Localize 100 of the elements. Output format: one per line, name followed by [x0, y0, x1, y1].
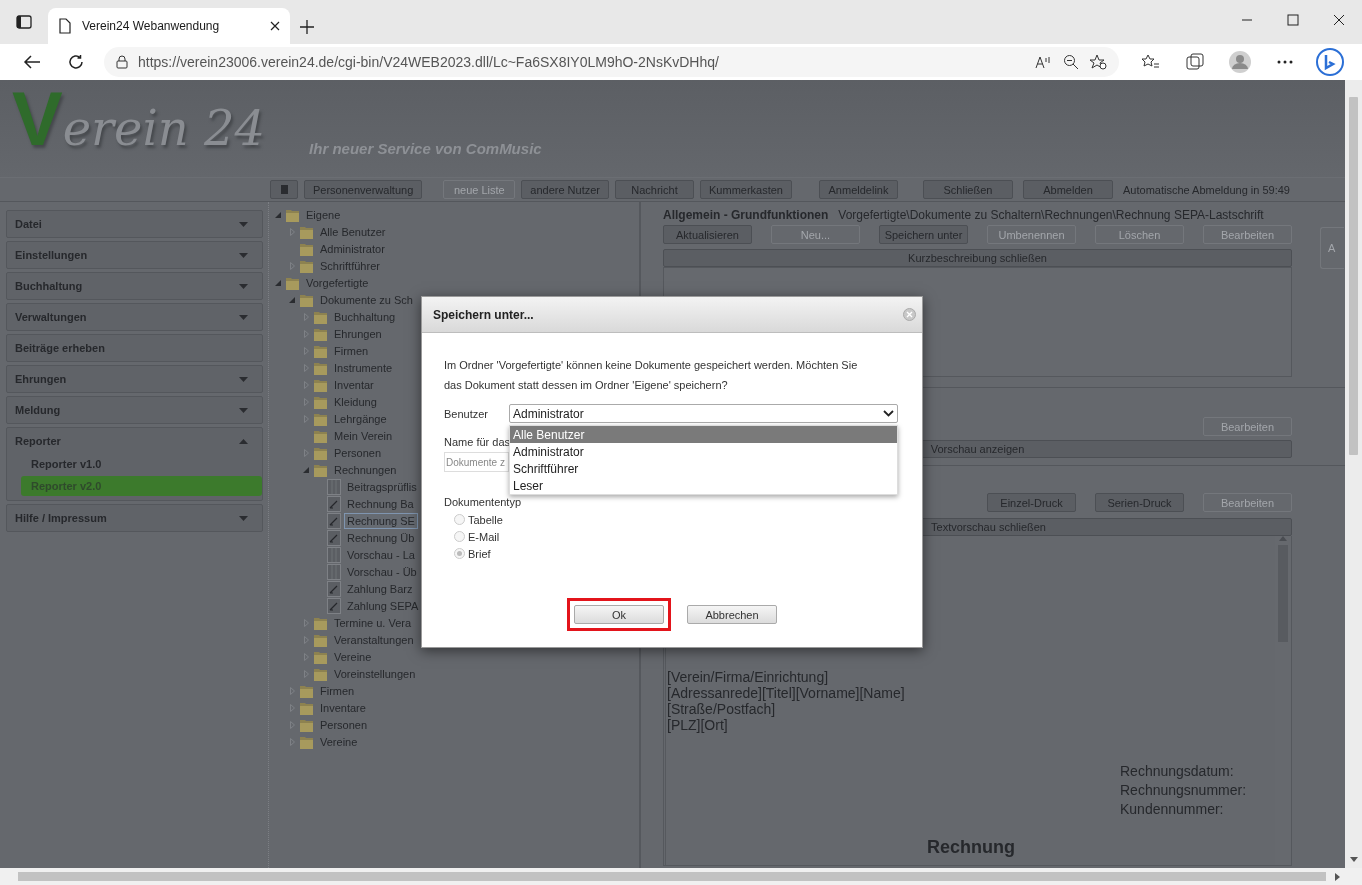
collapsed-icon[interactable] [289, 703, 295, 712]
collapsed-icon[interactable] [289, 720, 295, 729]
tab-actions-icon[interactable] [16, 14, 32, 30]
favorites-icon[interactable] [1140, 54, 1159, 70]
collapsed-icon[interactable] [303, 635, 309, 644]
dropdown-option[interactable]: Leser [510, 477, 897, 494]
collapsed-icon[interactable] [303, 363, 309, 372]
sidebar-item[interactable]: Ehrungen [7, 366, 262, 392]
tree-item[interactable]: Zahlung Barz [344, 580, 416, 597]
browser-tab[interactable]: Verein24 Webanwendung [48, 8, 290, 44]
scroll-down-icon[interactable] [1349, 857, 1358, 862]
close-icon[interactable] [270, 21, 280, 31]
tree-item[interactable]: Ehrungen [331, 325, 385, 342]
read-aloud-icon[interactable] [1035, 55, 1053, 69]
profile-icon[interactable] [1228, 51, 1251, 73]
tree-item[interactable]: Administrator [317, 240, 388, 257]
tree-item[interactable]: Vorschau - La [344, 546, 418, 563]
button[interactable]: Ok [574, 605, 664, 624]
copilot-icon[interactable] [1315, 48, 1344, 76]
tree-item[interactable]: Personen [317, 716, 371, 733]
sidebar-item[interactable]: Meldung [7, 397, 262, 423]
tree-item[interactable]: Firmen [331, 342, 372, 359]
tree-item[interactable]: Rechnung SE [344, 512, 418, 529]
collections-icon[interactable] [1185, 53, 1204, 71]
tree-item[interactable]: Lehrgänge [331, 410, 390, 427]
tree-item[interactable]: Eigene [303, 206, 344, 223]
collapsed-icon[interactable] [303, 652, 309, 661]
close-icon[interactable] [1333, 14, 1345, 26]
maximize-icon[interactable] [1287, 14, 1299, 26]
tree-item[interactable]: Rechnung Üb [344, 529, 418, 546]
button[interactable]: Abbrechen [687, 605, 777, 624]
sidebar-item[interactable]: Reporter [7, 428, 262, 454]
sidebar-subitem[interactable]: Reporter v1.0 [21, 454, 262, 474]
sidebar-item[interactable]: Einstellungen [7, 242, 262, 268]
tree-item[interactable]: Inventar [331, 376, 377, 393]
address-field[interactable]: https://verein23006.verein24.de/cgi-bin/V24WEB2023.dll/Lc~Fa6SX8IY0LM9hO-2NsKvDHhq/ [104, 47, 1119, 77]
sidebar-item[interactable]: Datei [7, 211, 262, 237]
tree-item[interactable]: Buchhaltung [331, 308, 399, 325]
tree-item[interactable]: Veranstaltungen [331, 631, 417, 648]
tree-item[interactable]: Vorschau - Üb [344, 563, 420, 580]
tab-title: Verein24 Webanwendung [82, 19, 221, 33]
add-favorite-icon[interactable] [1089, 54, 1107, 70]
sidebar-item[interactable]: Hilfe / Impressum [7, 505, 262, 531]
refresh-icon[interactable] [68, 54, 84, 70]
tree-item[interactable]: Inventare [317, 699, 369, 716]
dropdown-option[interactable]: Schriftführer [510, 460, 897, 477]
tree-item[interactable]: Instrumente [331, 359, 396, 376]
collapsed-icon[interactable] [303, 618, 309, 627]
collapsed-icon[interactable] [289, 737, 295, 746]
user-select[interactable]: Administrator [509, 404, 898, 423]
radio-button[interactable] [454, 548, 465, 559]
back-icon[interactable] [23, 54, 41, 70]
tree-item[interactable]: Kleidung [331, 393, 380, 410]
sidebar-item[interactable]: Verwaltungen [7, 304, 262, 330]
collapsed-icon[interactable] [303, 329, 309, 338]
collapsed-icon[interactable] [303, 346, 309, 355]
expanded-icon[interactable] [275, 211, 281, 218]
tree-item[interactable]: Schriftführer [317, 257, 383, 274]
collapsed-icon[interactable] [303, 669, 309, 678]
plus-icon[interactable] [300, 20, 314, 34]
name-field[interactable]: Dokumente z [444, 452, 509, 472]
collapsed-icon[interactable] [289, 686, 295, 695]
scrollbar-thumb[interactable] [18, 872, 1326, 881]
expanded-icon[interactable] [289, 296, 295, 303]
expanded-icon[interactable] [275, 279, 281, 286]
expanded-icon[interactable] [303, 466, 309, 473]
tree-item[interactable]: Voreinstellungen [331, 665, 419, 682]
table-icon [327, 563, 341, 580]
tree-item[interactable]: Mein Verein [331, 427, 396, 444]
menu-button[interactable] [270, 180, 298, 199]
tree-item[interactable]: Rechnung Ba [344, 495, 417, 512]
collapsed-icon[interactable] [303, 312, 309, 321]
tree-item[interactable]: Zahlung SEPA [344, 597, 422, 614]
collapsed-icon[interactable] [289, 261, 295, 270]
tree-item[interactable]: Beitragsprüflis [344, 478, 420, 495]
tree-item[interactable]: Vorgefertigte [303, 274, 372, 291]
tree-item[interactable]: Rechnungen [331, 461, 400, 478]
scroll-right-icon[interactable] [1335, 872, 1340, 881]
collapsed-icon[interactable] [303, 380, 309, 389]
collapsed-icon[interactable] [303, 448, 309, 457]
tree-item[interactable]: Termine u. Vera [331, 614, 415, 631]
collapsed-icon[interactable] [303, 397, 309, 406]
radio-button[interactable] [454, 531, 465, 542]
tree-item[interactable]: Firmen [317, 682, 358, 699]
zoom-out-icon[interactable] [1063, 54, 1079, 70]
sidebar-item[interactable]: Beiträge erheben [7, 335, 262, 361]
tree-item[interactable]: Dokumente zu Sch [317, 291, 416, 308]
tree-item[interactable]: Personen [331, 444, 385, 461]
scrollbar-thumb[interactable] [1349, 97, 1358, 455]
sidebar-item[interactable]: Buchhaltung [7, 273, 262, 299]
tree-item[interactable]: Vereine [331, 648, 375, 665]
dropdown-option[interactable]: Alle Benutzer [510, 426, 897, 443]
radio-button[interactable] [454, 514, 465, 525]
tree-item[interactable]: Alle Benutzer [317, 223, 389, 240]
collapsed-icon[interactable] [303, 414, 309, 423]
more-icon[interactable] [1276, 60, 1293, 64]
side-button[interactable]: A [1320, 227, 1344, 269]
collapsed-icon[interactable] [289, 227, 295, 236]
tree-item[interactable]: Vereine [317, 733, 361, 750]
document-heading: Rechnung [927, 837, 1015, 858]
